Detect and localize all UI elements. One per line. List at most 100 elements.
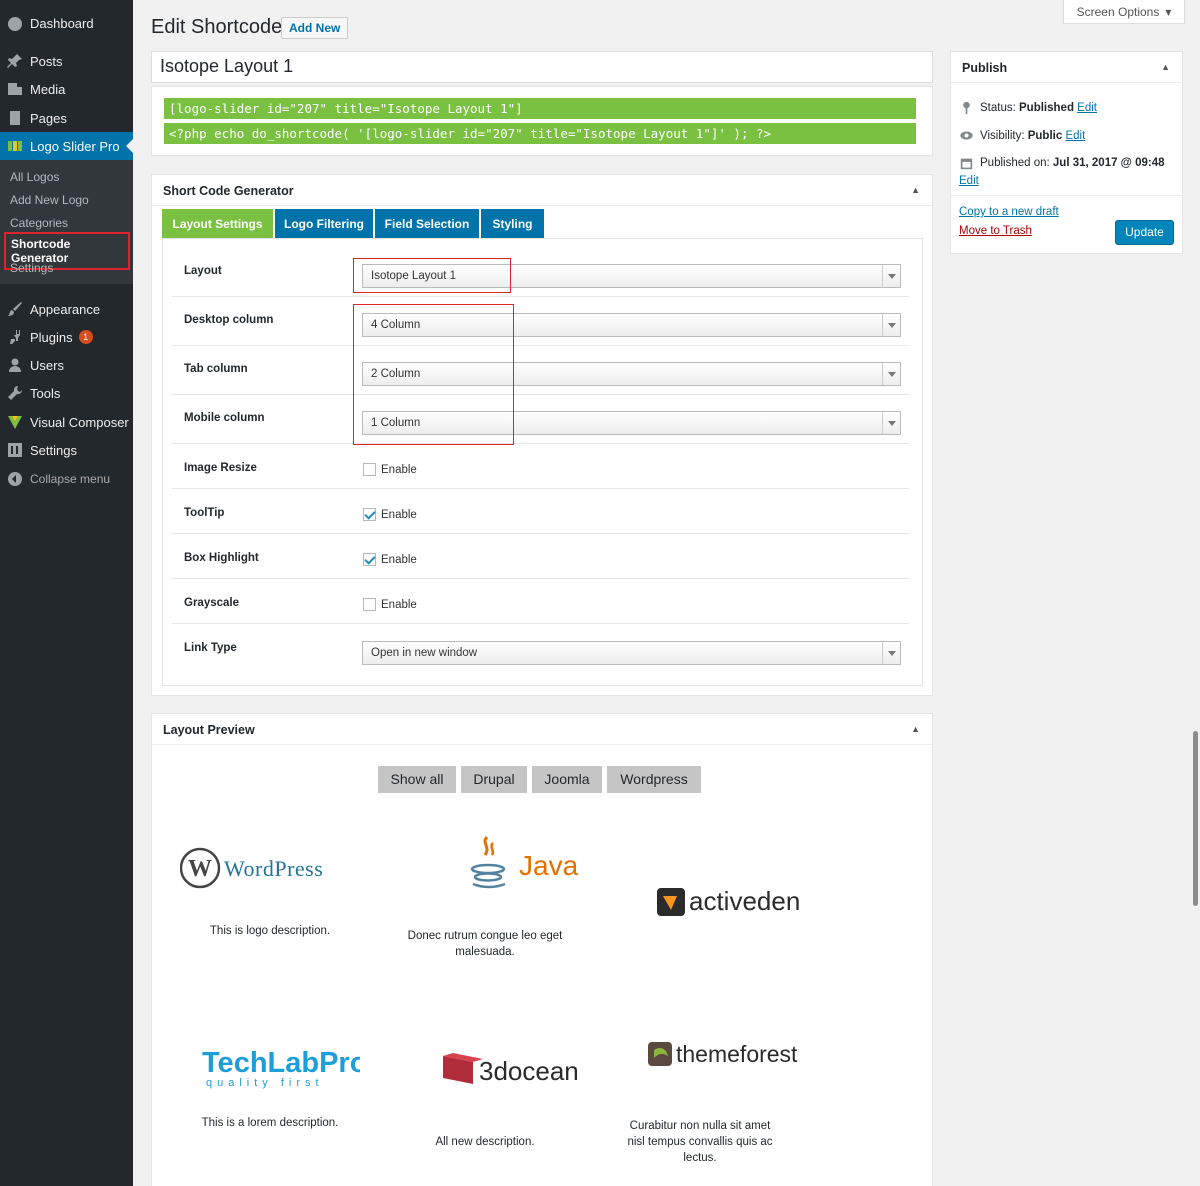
sidebar-item-posts[interactable]: Posts: [0, 47, 133, 75]
collapse-label: Collapse menu: [30, 472, 111, 486]
tab-layout-settings[interactable]: Layout Settings: [162, 209, 273, 239]
edit-visibility-link[interactable]: Edit: [1065, 130, 1085, 142]
sidebar-item-label: Tools: [30, 385, 61, 401]
filter-show-all-button[interactable]: Show all: [378, 766, 456, 793]
techlabpro-logo[interactable]: TechLabPro quality first: [170, 1042, 370, 1090]
sidebar-item-settings[interactable]: Settings: [0, 436, 133, 464]
publish-title-text: Publish: [962, 61, 1008, 75]
tooltip-checkbox[interactable]: [363, 508, 376, 521]
dropdown-arrow-icon: [882, 265, 900, 287]
post-title-input[interactable]: Isotope Layout 1: [151, 51, 933, 83]
box-highlight-option[interactable]: Enable: [363, 553, 417, 566]
dropdown-arrow-icon: [882, 412, 900, 434]
shortcode-line[interactable]: [logo-slider id="207" title="Isotope Lay…: [164, 98, 916, 119]
eye-icon: [959, 129, 974, 142]
submenu-settings[interactable]: Settings: [10, 261, 53, 275]
grid-icon: [0, 138, 30, 154]
sidebar-item-label: Media: [30, 81, 66, 97]
image-resize-checkbox[interactable]: [363, 463, 376, 476]
link-type-value: Open in new window: [371, 647, 478, 659]
logo-description: This is a lorem description.: [201, 1117, 339, 1129]
grayscale-checkbox[interactable]: [363, 598, 376, 611]
published-label: Published on:: [980, 157, 1050, 169]
layout-settings-panel: [162, 238, 923, 686]
status-label: Status:: [980, 101, 1016, 114]
update-button[interactable]: Update: [1115, 220, 1174, 245]
activeden-logo[interactable]: activeden: [628, 882, 828, 922]
filter-drupal-button[interactable]: Drupal: [461, 766, 527, 793]
sidebar-item-visual-composer[interactable]: Visual Composer: [0, 408, 133, 436]
java-logo[interactable]: Java: [420, 833, 620, 893]
page-title: Edit Shortcode: [151, 16, 283, 38]
submenu-all-logos[interactable]: All Logos: [10, 170, 59, 184]
shortcode-generator-title: Short Code Generator ▲: [152, 175, 932, 206]
layout-preview-title: Layout Preview ▲: [152, 714, 932, 745]
dropdown-arrow-icon: [882, 314, 900, 336]
row-divider: [172, 443, 909, 444]
pages-icon: [0, 110, 30, 126]
tab-column-label: Tab column: [184, 363, 248, 375]
settings-icon: [0, 442, 30, 458]
sidebar-item-label: Pages: [30, 110, 67, 126]
plug-icon: [0, 329, 30, 345]
logo-name: activeden: [689, 886, 800, 916]
vc-icon: [0, 414, 30, 430]
box-highlight-checkbox[interactable]: [363, 553, 376, 566]
sidebar-item-media[interactable]: Media: [0, 75, 133, 103]
collapse-menu-button[interactable]: Collapse menu: [0, 465, 133, 493]
grayscale-option[interactable]: Enable: [363, 598, 417, 611]
filter-wordpress-button[interactable]: Wordpress: [607, 766, 701, 793]
collapse-toggle-icon[interactable]: ▲: [911, 185, 920, 195]
calendar-icon: [959, 157, 974, 170]
sidebar-item-users[interactable]: Users: [0, 351, 133, 379]
3docean-logo[interactable]: 3docean: [412, 1050, 612, 1088]
tab-field-selection[interactable]: Field Selection: [375, 209, 479, 239]
sidebar-item-label: Dashboard: [30, 15, 94, 31]
edit-status-link[interactable]: Edit: [1077, 102, 1097, 114]
sidebar-item-dashboard[interactable]: Dashboard: [0, 9, 133, 37]
submenu-add-new-logo[interactable]: Add New Logo: [10, 193, 89, 207]
tab-logo-filtering[interactable]: Logo Filtering: [275, 209, 373, 239]
tab-styling[interactable]: Styling: [481, 209, 544, 239]
visibility-label: Visibility:: [980, 129, 1025, 142]
published-value: Jul 31, 2017 @ 09:48: [1052, 157, 1165, 169]
sidebar-item-appearance[interactable]: Appearance: [0, 295, 133, 323]
themeforest-logo[interactable]: themeforest: [622, 1036, 822, 1072]
collapse-toggle-icon[interactable]: ▲: [1161, 62, 1170, 72]
collapse-toggle-icon[interactable]: ▲: [911, 724, 920, 734]
checkbox-label: Enable: [381, 508, 417, 521]
dropdown-arrow-icon: [882, 363, 900, 385]
status-row: Status: Published Edit: [959, 101, 1097, 114]
wordpress-logo[interactable]: W WordPress: [170, 845, 370, 891]
move-to-trash-link[interactable]: Move to Trash: [959, 225, 1032, 237]
checkbox-label: Enable: [381, 598, 417, 611]
edit-date-link[interactable]: Edit: [959, 175, 979, 187]
row-divider: [172, 578, 909, 579]
sidebar-item-tools[interactable]: Tools: [0, 379, 133, 407]
php-shortcode-line[interactable]: <?php echo do_shortcode( '[logo-slider i…: [164, 123, 916, 144]
shortcode-display: [logo-slider id="207" title="Isotope Lay…: [151, 86, 933, 156]
page-scrollbar[interactable]: [1193, 731, 1198, 906]
visibility-value: Public: [1027, 129, 1063, 142]
published-row: Published on: Jul 31, 2017 @ 09:48: [959, 157, 1165, 170]
sidebar-item-logo-slider-pro[interactable]: Logo Slider Pro: [0, 132, 133, 160]
row-divider: [172, 623, 909, 624]
sidebar-item-label: Visual Composer: [30, 414, 129, 430]
sidebar-item-label: Plugins: [30, 329, 73, 345]
image-resize-option[interactable]: Enable: [363, 463, 417, 476]
link-type-select[interactable]: Open in new window: [362, 641, 901, 665]
caret-down-icon: ▾: [1165, 4, 1172, 19]
logo-description: This is logo description.: [209, 925, 331, 937]
sidebar-item-pages[interactable]: Pages: [0, 104, 133, 132]
highlight-annotation: [353, 258, 511, 293]
layout-label: Layout: [184, 265, 222, 277]
submenu-categories[interactable]: Categories: [10, 216, 68, 230]
sidebar-item-plugins[interactable]: Plugins 1: [0, 323, 133, 351]
screen-options-button[interactable]: Screen Options ▾: [1063, 0, 1185, 24]
copy-draft-link[interactable]: Copy to a new draft: [959, 206, 1059, 218]
tooltip-option[interactable]: Enable: [363, 508, 417, 521]
filter-joomla-button[interactable]: Joomla: [532, 766, 602, 793]
admin-sidebar: Dashboard Posts Media Pages Logo Slider …: [0, 0, 133, 1186]
add-new-button[interactable]: Add New: [281, 17, 349, 39]
sidebar-item-label: Users: [30, 357, 64, 373]
